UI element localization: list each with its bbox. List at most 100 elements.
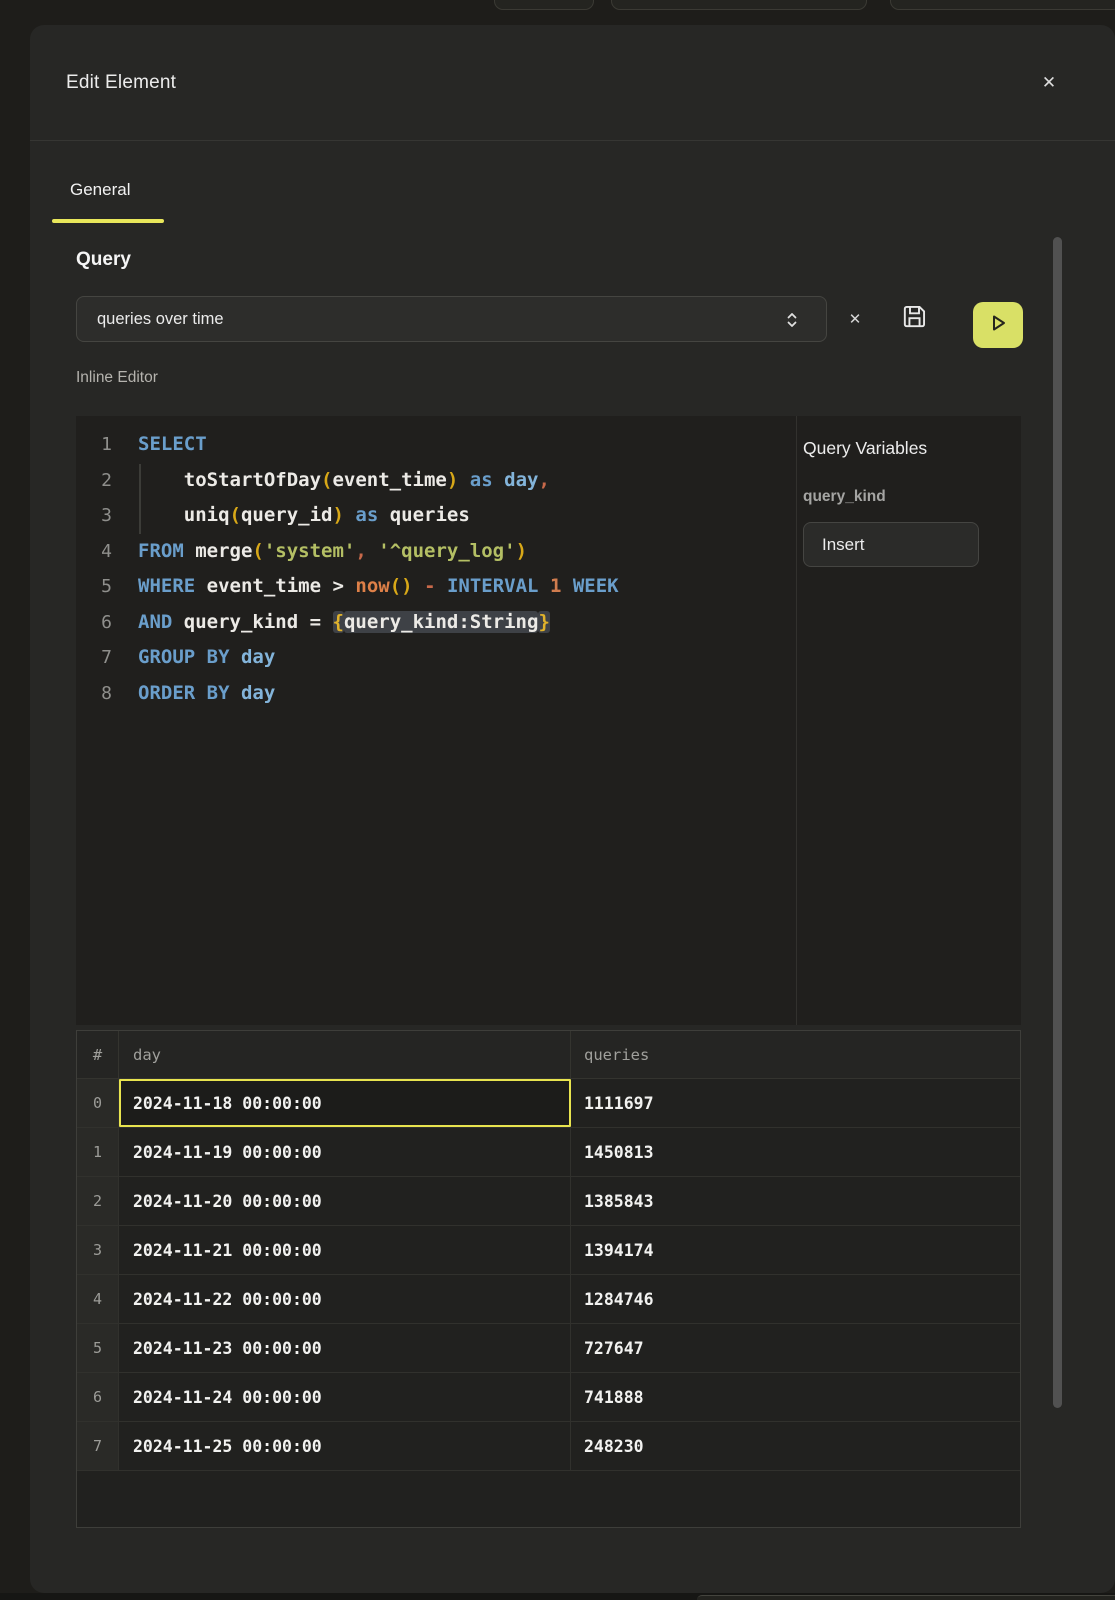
day-cell[interactable]: 2024-11-24 00:00:00 bbox=[119, 1373, 571, 1421]
code-token-str: '^query_log' bbox=[378, 540, 515, 562]
queries-cell[interactable]: 1450813 bbox=[571, 1128, 1020, 1176]
query-section-heading: Query bbox=[76, 249, 131, 271]
code-token-plain bbox=[538, 575, 549, 597]
table-row[interactable]: 72024-11-25 00:00:00248230 bbox=[77, 1422, 1020, 1471]
line-number: 4 bbox=[76, 534, 112, 570]
chevron-updown-icon bbox=[784, 307, 800, 338]
row-index-cell: 0 bbox=[77, 1079, 119, 1127]
insert-variable-button[interactable]: Insert bbox=[803, 522, 979, 567]
editor-gutter: 12345678 bbox=[76, 427, 112, 711]
table-row[interactable]: 52024-11-23 00:00:00727647 bbox=[77, 1324, 1020, 1373]
row-index-cell: 3 bbox=[77, 1226, 119, 1274]
save-icon bbox=[901, 303, 928, 335]
code-token-paren: ( bbox=[252, 540, 263, 562]
header-index[interactable]: # bbox=[77, 1031, 119, 1078]
table-row[interactable]: 12024-11-19 00:00:001450813 bbox=[77, 1128, 1020, 1177]
row-index-cell: 6 bbox=[77, 1373, 119, 1421]
inline-editor-label: Inline Editor bbox=[76, 369, 158, 387]
close-icon[interactable]: ✕ bbox=[1034, 68, 1064, 98]
screen: Edit Element ✕ General Query queries ove… bbox=[0, 0, 1115, 1600]
header-queries[interactable]: queries bbox=[571, 1031, 1020, 1078]
day-cell[interactable]: 2024-11-25 00:00:00 bbox=[119, 1422, 571, 1470]
modal-scrollbar-thumb[interactable] bbox=[1053, 237, 1062, 1408]
code-line[interactable]: AND query_kind = {query_kind:String} bbox=[138, 605, 791, 641]
query-select[interactable]: queries over time bbox=[76, 296, 827, 342]
save-button[interactable] bbox=[899, 304, 929, 334]
day-cell[interactable]: 2024-11-19 00:00:00 bbox=[119, 1128, 571, 1176]
code-token-param: query_kind:String bbox=[344, 611, 538, 633]
code-token-plain bbox=[458, 469, 469, 491]
code-token-pbrace: } bbox=[538, 611, 549, 633]
toolbar-button-partial[interactable] bbox=[494, 0, 594, 10]
code-token-pbrace: { bbox=[333, 611, 344, 633]
toolbar-button-partial[interactable] bbox=[890, 0, 1115, 10]
table-row[interactable]: 62024-11-24 00:00:00741888 bbox=[77, 1373, 1020, 1422]
code-line[interactable]: SELECT bbox=[138, 427, 791, 463]
row-index-cell: 1 bbox=[77, 1128, 119, 1176]
queries-cell[interactable]: 741888 bbox=[571, 1373, 1020, 1421]
code-line[interactable]: FROM merge('system', '^query_log') bbox=[138, 534, 791, 570]
day-cell[interactable]: 2024-11-23 00:00:00 bbox=[119, 1324, 571, 1372]
queries-cell[interactable]: 248230 bbox=[571, 1422, 1020, 1470]
code-line[interactable]: ORDER BY day bbox=[138, 676, 791, 712]
code-line[interactable]: uniq(query_id) as queries bbox=[138, 498, 791, 534]
header-divider bbox=[30, 140, 1115, 141]
code-token-paren: () bbox=[390, 575, 413, 597]
header-day[interactable]: day bbox=[119, 1031, 571, 1078]
day-cell[interactable]: 2024-11-21 00:00:00 bbox=[119, 1226, 571, 1274]
toolbar-button-partial[interactable] bbox=[611, 0, 867, 10]
code-token-plain bbox=[321, 611, 332, 633]
row-index-cell: 4 bbox=[77, 1275, 119, 1323]
code-token-plain: event_time bbox=[195, 575, 332, 597]
code-line[interactable]: GROUP BY day bbox=[138, 640, 791, 676]
tab-active-underline bbox=[52, 219, 164, 223]
tab-general[interactable]: General bbox=[70, 180, 130, 200]
results-rows: 02024-11-18 00:00:00111169712024-11-19 0… bbox=[77, 1079, 1020, 1471]
line-number: 2 bbox=[76, 463, 112, 499]
code-token-kw: INTERVAL bbox=[447, 575, 539, 597]
query-variable-name: query_kind bbox=[803, 488, 886, 506]
clear-query-button[interactable]: ✕ bbox=[842, 306, 868, 332]
code-token-kw: FROM bbox=[138, 540, 184, 562]
code-token-plain bbox=[378, 504, 389, 526]
queries-cell[interactable]: 727647 bbox=[571, 1324, 1020, 1372]
table-row[interactable]: 02024-11-18 00:00:001111697 bbox=[77, 1079, 1020, 1128]
day-cell[interactable]: 2024-11-22 00:00:00 bbox=[119, 1275, 571, 1323]
code-token-paren: ( bbox=[230, 504, 241, 526]
code-token-kw: GROUP BY bbox=[138, 646, 230, 668]
sql-editor[interactable]: 12345678 SELECT toStartOfDay(event_time)… bbox=[76, 416, 1021, 1025]
code-token-paren: ( bbox=[321, 469, 332, 491]
modal-title: Edit Element bbox=[66, 70, 176, 96]
queries-cell[interactable]: 1394174 bbox=[571, 1226, 1020, 1274]
line-number: 5 bbox=[76, 569, 112, 605]
code-token-punct: - bbox=[424, 575, 435, 597]
line-number: 6 bbox=[76, 605, 112, 641]
play-icon bbox=[986, 311, 1010, 340]
code-token-paren: ) bbox=[516, 540, 527, 562]
line-number: 8 bbox=[76, 676, 112, 712]
code-token-plain bbox=[493, 469, 504, 491]
code-token-kw: SELECT bbox=[138, 433, 207, 455]
code-line[interactable]: toStartOfDay(event_time) as day, bbox=[138, 463, 791, 499]
queries-cell[interactable]: 1385843 bbox=[571, 1177, 1020, 1225]
code-token-paren: ) bbox=[332, 504, 343, 526]
row-index-cell: 7 bbox=[77, 1422, 119, 1470]
code-line[interactable]: WHERE event_time > now() - INTERVAL 1 WE… bbox=[138, 569, 791, 605]
table-row[interactable]: 42024-11-22 00:00:001284746 bbox=[77, 1275, 1020, 1324]
queries-cell[interactable]: 1111697 bbox=[571, 1079, 1020, 1127]
table-row[interactable]: 22024-11-20 00:00:001385843 bbox=[77, 1177, 1020, 1226]
run-query-button[interactable] bbox=[973, 302, 1023, 348]
queries-cell[interactable]: 1284746 bbox=[571, 1275, 1020, 1323]
code-token-num: 1 bbox=[550, 575, 561, 597]
background-panel-corner bbox=[697, 1595, 1115, 1600]
code-token-punct: , bbox=[538, 469, 549, 491]
code-token-punct: , bbox=[355, 540, 366, 562]
day-cell[interactable]: 2024-11-20 00:00:00 bbox=[119, 1177, 571, 1225]
query-select-value: queries over time bbox=[97, 310, 224, 329]
code-lines: SELECT toStartOfDay(event_time) as day, … bbox=[138, 427, 791, 711]
day-cell[interactable]: 2024-11-18 00:00:00 bbox=[119, 1079, 571, 1127]
code-token-kw: as bbox=[470, 469, 493, 491]
table-row[interactable]: 32024-11-21 00:00:001394174 bbox=[77, 1226, 1020, 1275]
results-table: # day queries 02024-11-18 00:00:00111169… bbox=[76, 1030, 1021, 1528]
line-number: 7 bbox=[76, 640, 112, 676]
